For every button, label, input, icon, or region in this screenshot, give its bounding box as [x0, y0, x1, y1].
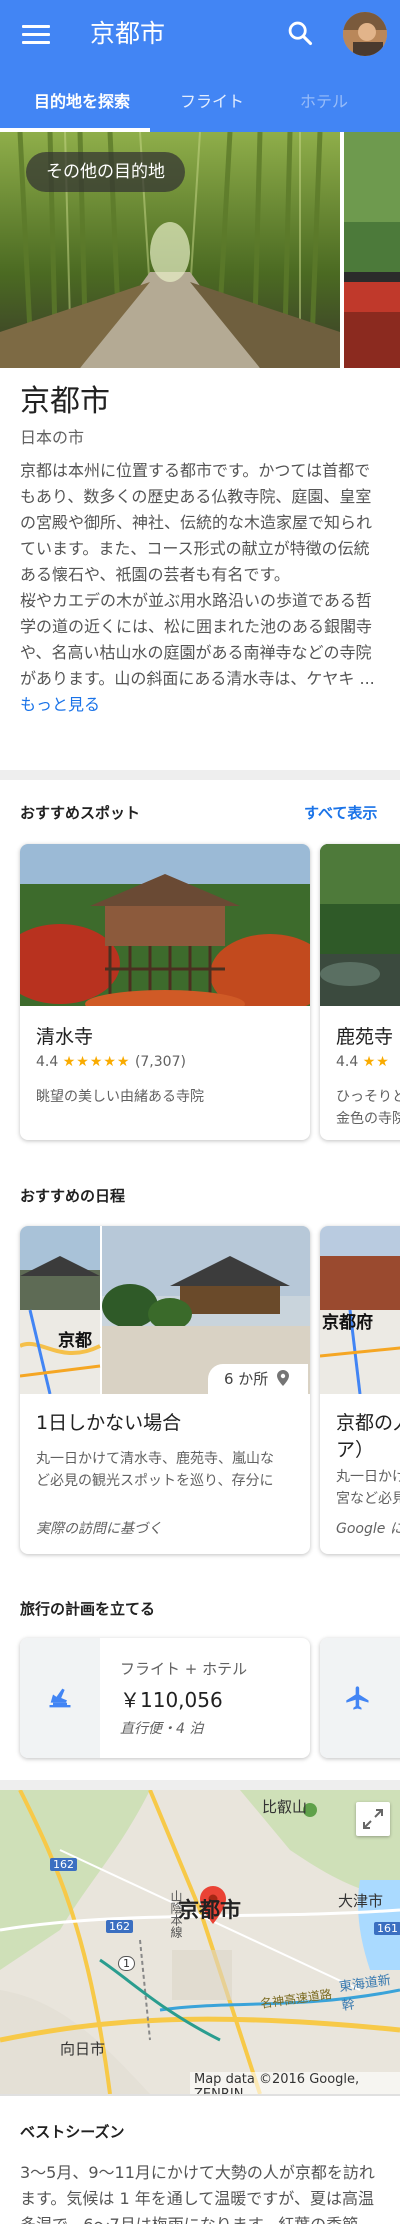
map-credit: Map data ©2016 Google, ZENRIN [190, 2072, 400, 2094]
more-link[interactable]: もっと見る [20, 695, 100, 714]
map-label-hiei: 比叡山 [262, 1798, 308, 1816]
divider [0, 2094, 400, 2096]
plan-price: ￥110,056 [120, 1688, 223, 1712]
plan-details: 直行便・4 泊 [120, 1721, 204, 1737]
itinerary-description-line: 丸一日かけて清水寺、鹿苑寺、嵐山な [36, 1451, 274, 1467]
map-view[interactable]: 比叡山 大津市 向日市 名神高速道路 東海道新幹 山陰本線 162 162 1 … [0, 1790, 400, 2094]
spot-image-rokuonji [320, 844, 400, 1006]
map-label-muko: 向日市 [60, 2040, 106, 2058]
plan-label: フライト + ホテル [120, 1660, 248, 1678]
route-badge: 161 [374, 1922, 400, 1935]
itinerary-description: 丸一日かけ 宮など必見 [336, 1466, 400, 1510]
itinerary-description-line: ど必見の観光スポットを巡り、存分に [36, 1473, 274, 1489]
divider [0, 770, 400, 780]
page-title: 京都市 [90, 19, 166, 48]
search-icon[interactable] [286, 19, 314, 47]
itinerary-description: 丸一日かけて清水寺、鹿苑寺、嵐山な ど必見の観光スポットを巡り、存分に [36, 1448, 298, 1492]
plan-section-title: 旅行の計画を立てる [20, 1600, 156, 1618]
tab-flights[interactable]: フライト [180, 88, 244, 112]
map-label-tokaido: 東海道新幹 [338, 1973, 392, 2014]
itinerary-description-line: 丸一日かけ [336, 1469, 400, 1485]
see-all-link[interactable]: すべて表示 [304, 802, 377, 823]
itinerary-map-label: 京都府 [322, 1313, 373, 1333]
tab-bar: 目的地を探索 フライト ホテル [0, 78, 400, 132]
place-name: 京都市 [20, 384, 110, 419]
tab-hotels[interactable]: ホテル [300, 88, 348, 112]
spot-card-kiyomizu[interactable]: 清水寺 4.4 ★★★★★ (7,307) 眺望の美しい由緒ある寺院 [20, 844, 310, 1140]
rating-value: 4.4 [36, 1054, 59, 1070]
spot-name: 鹿苑寺 [336, 1026, 394, 1048]
spot-rating: 4.4 ★★ [336, 1054, 390, 1070]
itinerary-name-line: ア） [336, 1439, 375, 1461]
review-count: (7,307) [134, 1054, 186, 1070]
flight-hotel-card[interactable]: フライト + ホテル ￥110,056 直行便・4 泊 [20, 1638, 310, 1758]
avatar[interactable] [343, 12, 387, 56]
flight-hotel-icon [49, 1688, 71, 1708]
itinerary-name-line: 京都の人 [336, 1412, 400, 1434]
other-destinations-chip[interactable]: その他の目的地 [26, 152, 185, 192]
fullscreen-icon[interactable] [356, 1802, 390, 1836]
spot-card-rokuonji[interactable]: 鹿苑寺 4.4 ★★ ひっそりと 金色の寺院 [320, 844, 400, 1140]
itinerary-section-title: おすすめの日程 [20, 1187, 126, 1205]
itinerary-name: 京都の人 ア） [336, 1408, 400, 1462]
itinerary-footer: 実際の訪問に基づく [36, 1521, 162, 1537]
map-city-label: 京都市 [178, 1898, 241, 1922]
spot-description: ひっそりと 金色の寺院 [336, 1086, 400, 1130]
itinerary-description-line: 宮など必見 [336, 1491, 400, 1507]
place-description: 京都は本州に位置する都市です。かつては首都でもあり、数多くの歴史ある仏教寺院、庭… [20, 458, 382, 718]
badge-count: 6 か所 [224, 1370, 269, 1388]
divider [0, 1780, 400, 1790]
route-badge: 162 [50, 1858, 77, 1871]
menu-icon[interactable] [22, 22, 50, 48]
spot-rating: 4.4 ★★★★★ (7,307) [36, 1054, 186, 1070]
spots-section-title: おすすめスポット [20, 804, 141, 822]
hero-carousel[interactable]: その他の目的地 [0, 132, 400, 368]
airplane-icon [346, 1686, 369, 1710]
place-country: 日本の市 [20, 428, 85, 447]
flight-card[interactable] [320, 1638, 400, 1758]
itinerary-footer: Google に [336, 1521, 400, 1537]
tab-explore[interactable]: 目的地を探索 [34, 88, 130, 112]
map-label-otsu: 大津市 [338, 1892, 384, 1910]
icon-area [20, 1638, 100, 1758]
description-text: 京都は本州に位置する都市です。かつては首都でもあり、数多くの歴史ある仏教寺院、庭… [20, 461, 375, 688]
star-rating-icon: ★★★★★ [62, 1054, 131, 1070]
season-description: 3〜5月、9〜11月にかけて大勢の人が京都を訪れます。気候は 1 年を通して温暖… [20, 2163, 375, 2224]
season-section-title: ベストシーズン [20, 2123, 125, 2141]
spot-description-line: 金色の寺院 [336, 1111, 400, 1127]
route-badge: 1 [118, 1956, 135, 1971]
location-pin-icon [277, 1370, 290, 1386]
rating-value: 4.4 [336, 1054, 359, 1070]
hero-image-shrine [344, 132, 400, 368]
spot-image-kiyomizu [20, 844, 310, 1006]
itinerary-map-label: 京都 [58, 1331, 92, 1351]
app-bar: 京都市 目的地を探索 フライト ホテル [0, 0, 400, 132]
itinerary-card-second[interactable]: 京都府 京都の人 ア） 丸一日かけ 宮など必見 Google に [320, 1226, 400, 1554]
places-count-badge: 6 か所 [208, 1364, 308, 1394]
itinerary-name: 1日しかない場合 [36, 1412, 182, 1434]
star-rating-icon: ★★ [362, 1054, 390, 1070]
spot-description: 眺望の美しい由緒ある寺院 [36, 1089, 204, 1105]
spot-description-line: ひっそりと [336, 1089, 400, 1105]
route-badge: 162 [106, 1920, 133, 1933]
spot-name: 清水寺 [36, 1026, 94, 1048]
